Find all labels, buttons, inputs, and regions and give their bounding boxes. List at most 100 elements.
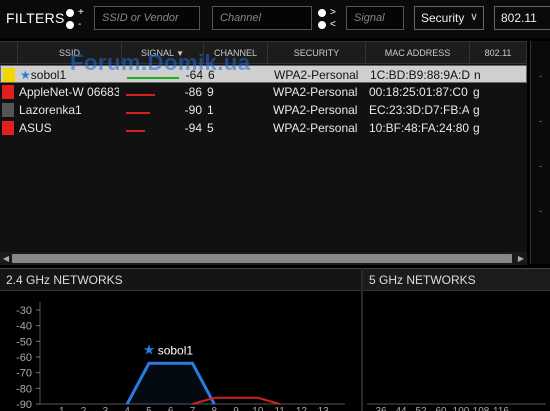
ssid-text: ASUS: [19, 121, 52, 135]
x-tick-label: 60: [435, 406, 447, 411]
filter-bar: FILTERS + - SSID or Vendor Channel > < S…: [0, 0, 550, 38]
ssid-vendor-input[interactable]: SSID or Vendor: [94, 6, 200, 30]
chart-5ghz: 36 44 52 60 100108116: [367, 403, 546, 411]
x-tick-label: 44: [395, 406, 407, 411]
scroll-left-icon[interactable]: ◀: [0, 252, 12, 265]
y-tick-label: -90: [16, 399, 32, 411]
y-tick-label: -40: [16, 321, 32, 333]
ssid-cell: Lazorenka1: [19, 101, 119, 119]
ssid-text: AppleNet-W 066834: [19, 85, 119, 99]
standard-cell: g: [473, 103, 480, 117]
channel-cell: 9: [207, 85, 214, 99]
signal-column-header[interactable]: SIGNAL ▼: [122, 42, 204, 64]
signal-input[interactable]: Signal: [346, 6, 404, 30]
minus-radio-icon[interactable]: [66, 21, 74, 29]
x-tick-label: 1: [59, 406, 65, 411]
network-label: sobol1: [158, 343, 194, 357]
table-row[interactable]: ★sobol1 -64 6 WPA2-Personal 1C:BD:B9:88:9A:D…: [0, 65, 527, 83]
network-color-swatch[interactable]: [3, 68, 15, 82]
panel-5ghz-title: 5 GHz NETWORKS: [363, 269, 550, 291]
ssid-cell: ★sobol1: [20, 66, 120, 84]
table-row[interactable]: Lazorenka1 -90 1 WPA2-Personal EC:23:3D:D7:F…: [0, 101, 527, 119]
security-cell: WPA2-Personal: [273, 121, 358, 135]
standard-column-header[interactable]: 802.11: [470, 42, 527, 64]
mac-cell: 1C:BD:B9:88:9A:D•: [370, 68, 470, 82]
signal-cell: -90: [184, 103, 202, 117]
sort-desc-icon: ▼: [176, 49, 185, 58]
ssid-cell: ASUS: [19, 119, 119, 137]
network-color-swatch[interactable]: [2, 103, 14, 117]
mac-column-header[interactable]: MAC ADDRESS: [366, 42, 470, 64]
security-cell: WPA2-Personal: [274, 68, 359, 82]
table-row[interactable]: AppleNet-W 066834 -86 9 WPA2-Personal 00:18:…: [0, 83, 527, 101]
less-symbol: <: [330, 19, 336, 30]
x-tick-label: 36: [375, 406, 387, 411]
right-tick: -: [539, 161, 542, 171]
y-tick-label: -60: [16, 352, 32, 364]
network-table: SSID SIGNAL ▼ CHANNEL SECURITY MAC ADDRE…: [0, 41, 527, 265]
x-tick-label: 11: [274, 406, 285, 411]
mac-cell: 10:BF:48:FA:24:80: [369, 121, 469, 135]
x-tick-label: 108: [473, 406, 490, 411]
y-tick-label: -50: [16, 336, 32, 348]
x-tick-label: 8: [212, 406, 218, 411]
network-channel-shape: [125, 361, 216, 405]
plus-symbol: +: [78, 7, 84, 18]
band-select-value: 802.11: [501, 11, 537, 25]
x-tick-label: 7: [190, 406, 196, 411]
channel-input[interactable]: Channel: [212, 6, 312, 30]
x-tick-label: 3: [103, 406, 109, 411]
channel-column-header[interactable]: CHANNEL: [204, 42, 268, 64]
chart-2-4ghz: -30-40-50-60-70-80-9012345678910111213★s…: [16, 302, 345, 411]
color-column-header: [0, 42, 18, 64]
x-tick-label: 116: [493, 406, 509, 411]
horizontal-scrollbar[interactable]: ◀ ▶: [0, 252, 527, 265]
network-color-swatch[interactable]: [2, 85, 14, 99]
network-color-swatch[interactable]: [2, 121, 14, 135]
standard-cell: n: [474, 68, 481, 82]
minus-symbol: -: [78, 19, 82, 30]
star-icon[interactable]: ★: [20, 68, 31, 82]
signal-header-label: SIGNAL: [140, 48, 174, 58]
chevron-down-icon: ∨: [469, 11, 478, 23]
plus-radio-icon[interactable]: [66, 9, 74, 17]
x-tick-label: 100: [453, 406, 470, 411]
greater-radio-icon[interactable]: [318, 9, 326, 17]
security-select[interactable]: Security ∨: [414, 6, 484, 30]
band-select[interactable]: 802.11: [494, 6, 550, 30]
x-tick-label: 52: [415, 406, 427, 411]
less-radio-icon[interactable]: [318, 21, 326, 29]
scroll-right-icon[interactable]: ▶: [515, 252, 527, 265]
table-row[interactable]: ASUS -94 5 WPA2-Personal 10:BF:48:FA:24:80 g: [0, 119, 527, 137]
ssid-text: Lazorenka1: [19, 103, 82, 117]
x-tick-label: 4: [124, 406, 130, 411]
x-tick-label: 5: [146, 406, 152, 411]
signal-strength-bar: [126, 130, 145, 132]
x-tick-label: 9: [233, 406, 239, 411]
panel-2-4ghz: 2.4 GHz NETWORKS -30 -40 -50 -60 -70 -80 -90 1 2…: [0, 268, 361, 411]
right-tick: -: [539, 71, 542, 81]
security-column-header[interactable]: SECURITY: [268, 42, 366, 64]
panel-2-4ghz-title: 2.4 GHz NETWORKS: [0, 269, 361, 291]
channel-cell: 5: [207, 121, 214, 135]
standard-cell: g: [473, 85, 480, 99]
right-tick: -: [539, 206, 542, 216]
filters-label: FILTERS: [6, 10, 65, 26]
ssid-text: sobol1: [30, 68, 67, 82]
channel-cell: 1: [207, 103, 214, 117]
ssid-column-header[interactable]: SSID: [18, 42, 122, 64]
y-tick-label: -30: [16, 305, 32, 317]
security-cell: WPA2-Personal: [273, 85, 358, 99]
x-tick-label: 2: [81, 406, 87, 411]
plus-minus-toggle[interactable]: + -: [66, 5, 90, 33]
panel-5ghz: 5 GHz NETWORKS 36 44 52 60 100108116: [363, 268, 550, 411]
signal-cell: -64: [185, 68, 203, 82]
y-tick-label: -70: [16, 368, 32, 380]
y-tick-label: -80: [16, 383, 32, 395]
signal-cell: -94: [184, 121, 202, 135]
star-icon: ★: [143, 341, 156, 357]
scroll-thumb[interactable]: [12, 254, 512, 263]
signal-cell: -86: [184, 85, 202, 99]
greater-less-toggle[interactable]: > <: [318, 5, 342, 33]
x-tick-label: 13: [318, 406, 330, 411]
